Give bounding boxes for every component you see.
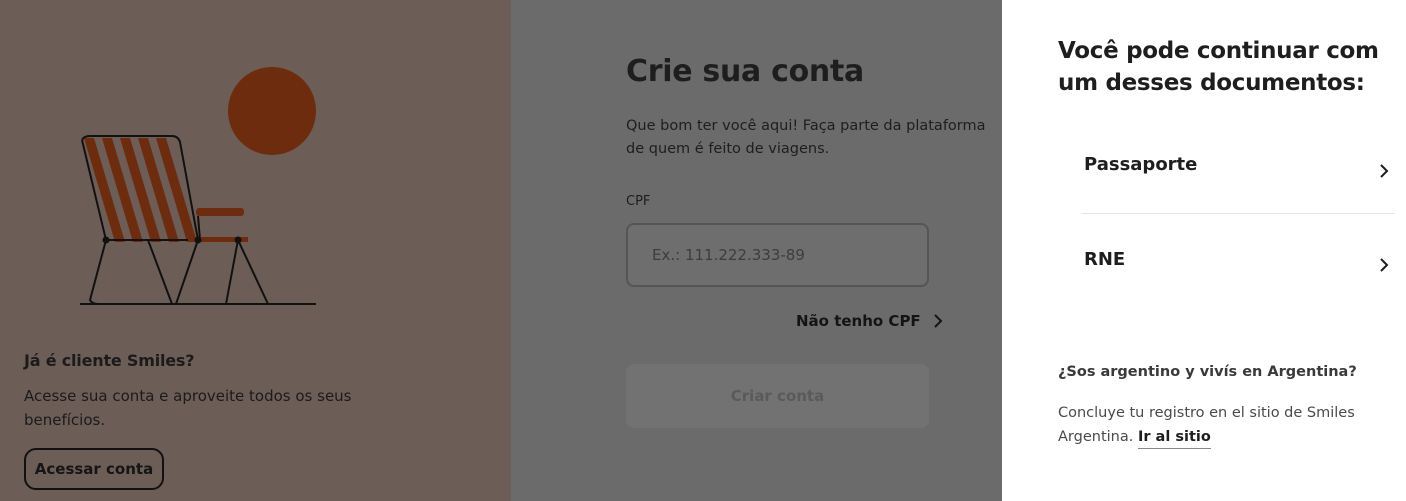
document-option-passport[interactable]: Passaporte: [1082, 128, 1395, 214]
promo-text: Acesse sua conta e aproveite todos os se…: [24, 387, 352, 429]
document-option-rne[interactable]: RNE: [1082, 214, 1395, 300]
argentina-question: ¿Sos argentino y vivís en Argentina?: [1058, 364, 1357, 380]
argentina-text: Concluye tu registro en el sitio de Smil…: [1058, 401, 1358, 449]
chevron-right-icon: [933, 314, 943, 328]
cpf-input[interactable]: [626, 223, 929, 287]
login-button[interactable]: Acessar conta: [24, 448, 164, 490]
document-option-label: Passaporte: [1084, 154, 1198, 175]
create-account-button[interactable]: Criar conta: [626, 364, 929, 428]
cpf-label: CPF: [626, 194, 651, 209]
document-option-label: RNE: [1084, 248, 1126, 270]
page-title: Crie sua conta: [626, 54, 864, 89]
sun-icon: [228, 67, 316, 155]
beach-chair-illustration: [80, 67, 316, 305]
chevron-right-icon: [1380, 163, 1389, 178]
form-subtitle: Que bom ter você aqui! Faça parte da pla…: [626, 118, 986, 157]
sheet-title: Você pode continuar com um desses docume…: [1058, 38, 1379, 96]
promo-panel: Já é cliente Smiles? Acesse sua conta e …: [0, 0, 511, 501]
signup-form-panel: Crie sua conta Que bom ter você aqui! Fa…: [511, 0, 1002, 501]
no-cpf-label: Não tenho CPF: [796, 312, 921, 330]
chevron-right-icon: [1380, 258, 1389, 272]
promo-title: Já é cliente Smiles?: [24, 351, 195, 370]
argentina-site-link[interactable]: Ir al sitio: [1137, 429, 1211, 449]
no-cpf-link[interactable]: Não tenho CPF: [796, 312, 943, 330]
document-options-sheet: Você pode continuar com um desses docume…: [1002, 0, 1406, 501]
